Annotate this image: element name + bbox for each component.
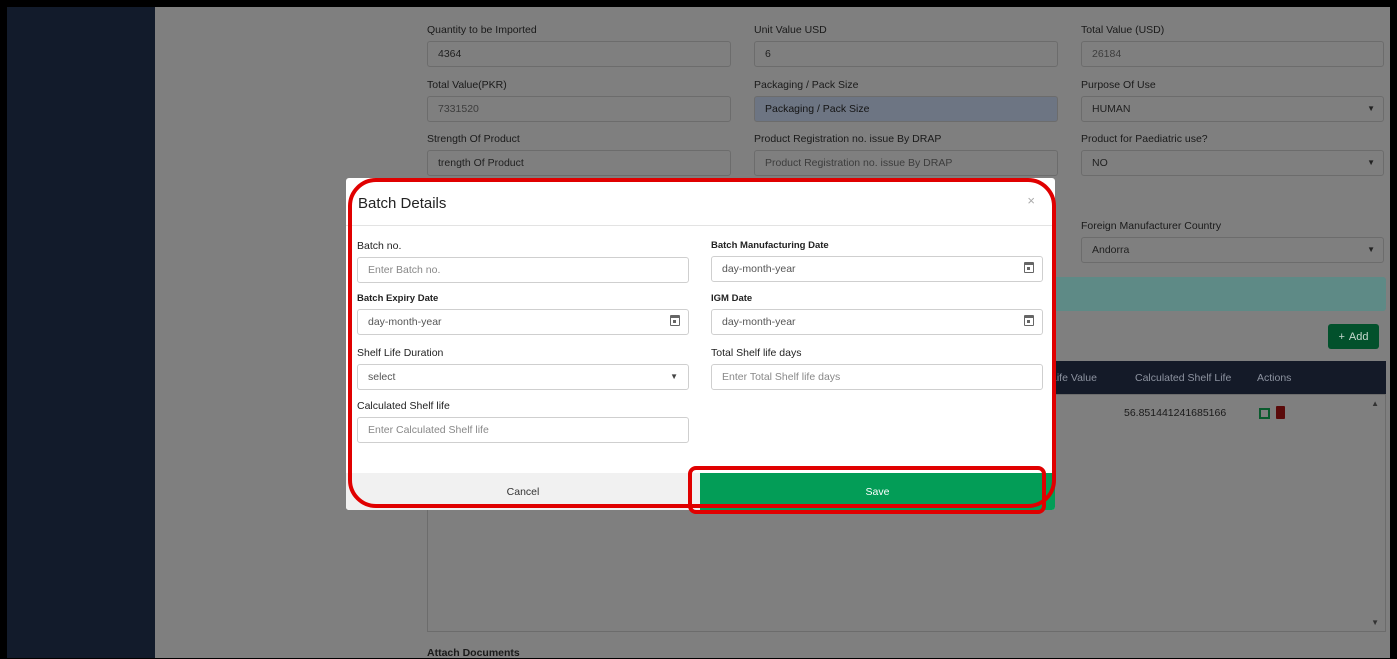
total-shelf-input[interactable]: Enter Total Shelf life days <box>711 364 1043 390</box>
chevron-down-icon: ▼ <box>1367 104 1375 113</box>
paediatric-label: Product for Paediatric use? <box>1081 133 1208 145</box>
modal-footer: Cancel Save <box>346 473 1055 510</box>
expiry-date-label: Batch Expiry Date <box>357 293 439 304</box>
close-icon[interactable]: × <box>1027 193 1035 208</box>
total-usd-field: Total Value (USD) 26184 <box>1081 24 1384 67</box>
packaging-input[interactable]: Packaging / Pack Size <box>754 96 1058 122</box>
modal-header: Batch Details × <box>346 178 1055 226</box>
packaging-field: Packaging / Pack Size Packaging / Pack S… <box>754 79 1058 122</box>
quantity-field: Quantity to be Imported 4364 <box>427 24 731 67</box>
quantity-label: Quantity to be Imported <box>427 24 537 36</box>
batch-no-label: Batch no. <box>357 240 402 252</box>
calendar-icon[interactable] <box>1024 315 1034 326</box>
igm-date-label: IGM Date <box>711 293 753 304</box>
reg-no-field: Product Registration no. issue By DRAP P… <box>754 133 1058 176</box>
igm-date-value: day-month-year <box>722 316 796 328</box>
igm-date-input[interactable]: day-month-year <box>711 309 1043 335</box>
strength-field: Strength Of Product trength Of Product <box>427 133 731 176</box>
unit-value-input[interactable]: 6 <box>754 41 1058 67</box>
total-pkr-field: Total Value(PKR) 7331520 <box>427 79 731 122</box>
packaging-label: Packaging / Pack Size <box>754 79 859 91</box>
cancel-button[interactable]: Cancel <box>346 473 700 510</box>
paediatric-select[interactable]: NO ▼ <box>1081 150 1384 176</box>
calc-shelf-label: Calculated Shelf life <box>357 400 450 412</box>
total-usd-input: 26184 <box>1081 41 1384 67</box>
shelf-duration-label: Shelf Life Duration <box>357 347 444 359</box>
add-button-label: Add <box>1348 330 1369 343</box>
modal-title: Batch Details <box>358 195 447 212</box>
purpose-select[interactable]: HUMAN ▼ <box>1081 96 1384 122</box>
country-field: Foreign Manufacturer Country Andorra ▼ <box>1081 220 1384 263</box>
chevron-down-icon: ▼ <box>1367 245 1375 254</box>
calendar-icon[interactable] <box>670 315 680 326</box>
strength-input[interactable]: trength Of Product <box>427 150 731 176</box>
expiry-date-input[interactable]: day-month-year <box>357 309 689 335</box>
total-shelf-label: Total Shelf life days <box>711 347 802 359</box>
shelf-duration-select[interactable]: select ▼ <box>357 364 689 390</box>
purpose-value: HUMAN <box>1092 103 1131 115</box>
total-usd-label: Total Value (USD) <box>1081 24 1165 36</box>
strength-label: Strength Of Product <box>427 133 520 145</box>
column-calculated-shelf-life: Calculated Shelf Life <box>1135 372 1232 384</box>
country-select[interactable]: Andorra ▼ <box>1081 237 1384 263</box>
save-button[interactable]: Save <box>700 473 1055 510</box>
total-pkr-input: 7331520 <box>427 96 731 122</box>
quantity-input[interactable]: 4364 <box>427 41 731 67</box>
expiry-date-value: day-month-year <box>368 316 442 328</box>
batch-details-modal: Batch Details × Batch no. Enter Batch no… <box>346 178 1055 510</box>
shelf-duration-field: Shelf Life Duration select ▼ <box>357 347 689 390</box>
scroll-up-arrow-icon[interactable]: ▲ <box>1371 399 1379 408</box>
total-shelf-field: Total Shelf life days Enter Total Shelf … <box>711 347 1043 390</box>
calendar-icon[interactable] <box>1024 262 1034 273</box>
chevron-down-icon: ▼ <box>1367 158 1375 167</box>
reg-no-input[interactable]: Product Registration no. issue By DRAP <box>754 150 1058 176</box>
total-pkr-label: Total Value(PKR) <box>427 79 507 91</box>
mfg-date-field: Batch Manufacturing Date day-month-year <box>711 240 1043 282</box>
plus-icon: + <box>1338 330 1345 343</box>
scroll-down-arrow-icon[interactable]: ▼ <box>1371 618 1379 627</box>
delete-icon[interactable] <box>1276 406 1285 419</box>
edit-icon[interactable] <box>1259 408 1270 419</box>
column-actions: Actions <box>1257 372 1292 384</box>
calculated-shelf-life-cell: 56.851441241685166 <box>1124 407 1227 419</box>
batch-no-field: Batch no. Enter Batch no. <box>357 240 689 283</box>
mfg-date-input[interactable]: day-month-year <box>711 256 1043 282</box>
purpose-label: Purpose Of Use <box>1081 79 1156 91</box>
column-life-value: Life Value <box>1051 372 1097 384</box>
paediatric-field: Product for Paediatric use? NO ▼ <box>1081 133 1384 176</box>
expiry-date-field: Batch Expiry Date day-month-year <box>357 293 689 335</box>
reg-no-label: Product Registration no. issue By DRAP <box>754 133 942 145</box>
country-value: Andorra <box>1092 244 1130 256</box>
mfg-date-value: day-month-year <box>722 263 796 275</box>
batch-no-input[interactable]: Enter Batch no. <box>357 257 689 283</box>
purpose-field: Purpose Of Use HUMAN ▼ <box>1081 79 1384 122</box>
sidebar <box>7 7 155 658</box>
chevron-down-icon: ▼ <box>670 372 678 381</box>
shelf-duration-value: select <box>368 371 396 383</box>
country-label: Foreign Manufacturer Country <box>1081 220 1222 232</box>
unit-value-label: Unit Value USD <box>754 24 827 36</box>
unit-value-field: Unit Value USD 6 <box>754 24 1058 67</box>
calc-shelf-input[interactable]: Enter Calculated Shelf life <box>357 417 689 443</box>
mfg-date-label: Batch Manufacturing Date <box>711 240 829 251</box>
calc-shelf-field: Calculated Shelf life Enter Calculated S… <box>357 400 689 443</box>
add-button[interactable]: + Add <box>1328 324 1379 349</box>
attach-documents-heading: Attach Documents <box>427 647 520 658</box>
paediatric-value: NO <box>1092 157 1108 169</box>
igm-date-field: IGM Date day-month-year <box>711 293 1043 335</box>
